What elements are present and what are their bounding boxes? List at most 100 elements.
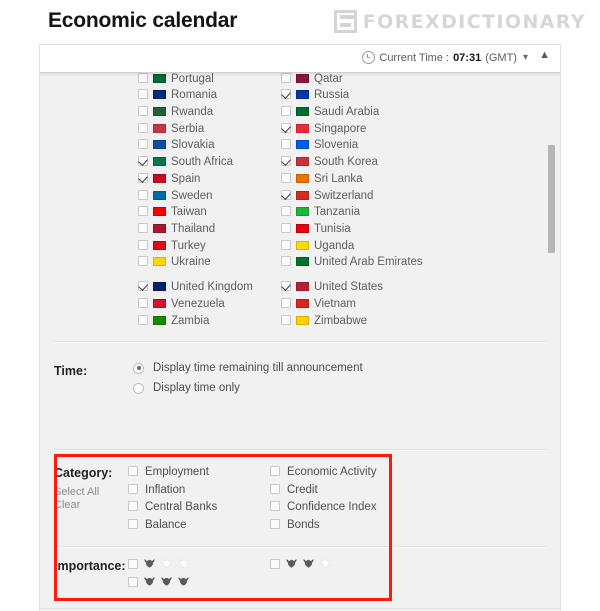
country-item[interactable]: Rwanda [138, 105, 280, 119]
category-checkbox[interactable] [128, 501, 138, 511]
category-checkbox[interactable] [128, 483, 138, 494]
country-item[interactable]: South Korea [281, 155, 423, 169]
category-checkbox[interactable] [270, 466, 280, 476]
category-item[interactable]: Confidence Index [270, 501, 377, 513]
country-item[interactable]: Singapore [281, 122, 423, 136]
category-item[interactable]: Employment [128, 466, 217, 478]
category-item[interactable]: Central Banks [128, 501, 217, 513]
country-checkbox[interactable] [281, 189, 291, 200]
country-checkbox[interactable] [281, 139, 291, 150]
country-checkbox[interactable] [138, 256, 148, 267]
country-item[interactable]: Sweden [138, 189, 280, 203]
country-item[interactable]: Sri Lanka [281, 172, 423, 186]
country-item[interactable]: Thailand [138, 222, 280, 236]
country-row: Taiwan Tanzania [40, 205, 560, 222]
country-checkbox[interactable] [281, 239, 291, 250]
country-checkbox[interactable] [138, 297, 148, 308]
category-clear-link[interactable]: Clear [54, 499, 80, 512]
category-item[interactable]: Economic Activity [270, 466, 377, 478]
flag-icon [153, 140, 166, 150]
country-item[interactable]: Saudi Arabia [281, 105, 423, 119]
category-checkbox[interactable] [270, 518, 280, 529]
country-checkbox[interactable] [138, 172, 148, 183]
country-checkbox[interactable] [281, 106, 291, 117]
importance-checkbox[interactable] [128, 577, 138, 587]
country-checkbox[interactable] [138, 206, 148, 217]
country-item[interactable]: Vietnam [281, 297, 423, 311]
radio-time-remaining[interactable] [133, 362, 144, 374]
country-item[interactable]: Romania [138, 88, 280, 102]
country-item[interactable]: Switzerland [281, 189, 423, 203]
country-checkbox[interactable] [138, 156, 148, 167]
flag-icon [296, 315, 309, 325]
country-item[interactable]: Tanzania [281, 205, 423, 219]
importance-checkbox[interactable] [270, 559, 280, 569]
country-item[interactable]: Zimbabwe [281, 314, 423, 328]
country-checkbox[interactable] [138, 122, 148, 133]
country-checkbox[interactable] [281, 172, 291, 183]
country-list-scrollbar-thumb[interactable] [548, 145, 555, 253]
country-checkbox[interactable] [281, 156, 291, 167]
country-item[interactable]: Uganda [281, 239, 423, 253]
country-list[interactable]: PhilippinesPolandPortugalQatarRomaniaRus… [40, 73, 560, 345]
country-item[interactable]: Serbia [138, 122, 280, 136]
country-item[interactable]: Russia [281, 88, 423, 102]
current-time-display[interactable]: Current Time : 07:31 (GMT) ▾ [362, 51, 528, 64]
radio-time-only[interactable] [133, 382, 144, 394]
country-checkbox[interactable] [138, 239, 148, 250]
country-label: South Korea [314, 156, 378, 169]
country-checkbox[interactable] [281, 256, 291, 267]
country-item[interactable]: Tunisia [281, 222, 423, 236]
country-checkbox[interactable] [281, 122, 291, 133]
country-checkbox[interactable] [281, 281, 291, 292]
current-time-zone: (GMT) [485, 51, 517, 64]
country-item[interactable]: Venezuela [138, 297, 280, 311]
country-item[interactable]: Spain [138, 172, 280, 186]
country-item[interactable]: Taiwan [138, 205, 280, 219]
chevron-up-icon[interactable]: ▲ [539, 49, 550, 61]
country-checkbox[interactable] [281, 89, 291, 100]
category-checkbox[interactable] [270, 501, 280, 511]
importance-option-high[interactable] [128, 576, 189, 587]
country-checkbox[interactable] [138, 139, 148, 150]
country-checkbox[interactable] [138, 222, 148, 233]
country-checkbox[interactable] [281, 206, 291, 217]
category-checkbox[interactable] [128, 518, 138, 529]
country-checkbox[interactable] [138, 89, 148, 100]
country-item[interactable]: Zambia [138, 314, 280, 328]
category-item[interactable]: Bonds [270, 518, 377, 531]
importance-checkbox[interactable] [128, 559, 138, 569]
country-checkbox[interactable] [281, 297, 291, 308]
category-checkbox[interactable] [270, 483, 280, 494]
importance-option-low[interactable] [128, 558, 189, 569]
category-item-label: Inflation [145, 483, 186, 496]
flag-icon [153, 257, 166, 267]
country-label: South Africa [171, 156, 234, 169]
country-item[interactable]: South Africa [138, 155, 280, 169]
time-option-remaining[interactable]: Display time remaining till announcement [133, 362, 363, 374]
country-checkbox[interactable] [281, 222, 291, 233]
country-item[interactable]: United States [281, 280, 423, 294]
category-item[interactable]: Balance [128, 518, 217, 531]
country-checkbox[interactable] [138, 106, 148, 117]
category-item[interactable]: Credit [270, 483, 377, 496]
country-item[interactable]: Turkey [138, 239, 280, 253]
category-item[interactable]: Inflation [128, 483, 217, 496]
country-checkbox[interactable] [138, 189, 148, 200]
importance-option-moderate[interactable] [270, 558, 331, 569]
country-label: Thailand [171, 222, 216, 235]
chevron-down-icon[interactable]: ▾ [523, 52, 528, 63]
category-checkbox[interactable] [128, 466, 138, 476]
country-item[interactable]: United Arab Emirates [281, 255, 423, 269]
country-checkbox[interactable] [138, 281, 148, 292]
country-checkbox[interactable] [281, 314, 291, 325]
country-item[interactable]: Slovakia [138, 138, 280, 152]
country-checkbox[interactable] [138, 314, 148, 325]
category-select-all-link[interactable]: Select All [54, 486, 99, 499]
country-item[interactable]: Ukraine [138, 255, 280, 269]
country-item[interactable]: Slovenia [281, 138, 423, 152]
bull-head-icon [144, 577, 155, 586]
country-item[interactable]: United Kingdom [138, 280, 280, 294]
time-option-only[interactable]: Display time only [133, 382, 240, 394]
divider-countries [54, 341, 546, 343]
